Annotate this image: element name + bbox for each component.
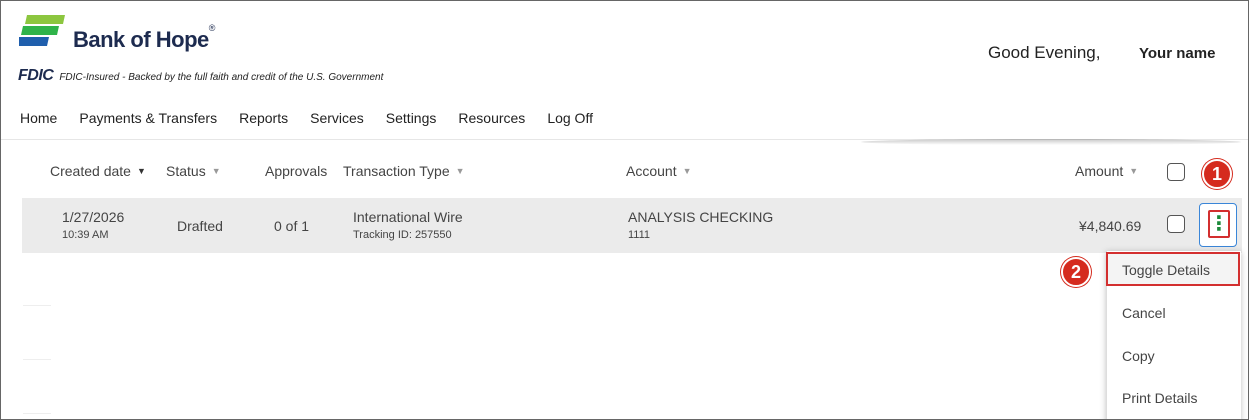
step-2-badge: 2	[1061, 257, 1091, 287]
row-transaction-type: International Wire	[353, 209, 463, 225]
fdic-notice: FDIC FDIC-Insured - Backed by the full f…	[18, 67, 383, 85]
menu-item-toggle-details[interactable]: Toggle Details	[1122, 262, 1210, 278]
fdic-text: FDIC-Insured - Backed by the full faith …	[59, 72, 384, 83]
divider	[23, 413, 51, 414]
row-actions-button[interactable]: ⋮	[1199, 203, 1237, 247]
header-status[interactable]: Status ▼	[166, 163, 221, 179]
vertical-ellipsis-icon: ⋮	[1208, 210, 1230, 238]
row-checkbox[interactable]	[1167, 215, 1185, 233]
bank-logo-icon	[19, 15, 65, 46]
nav-payments-transfers[interactable]: Payments & Transfers	[79, 110, 217, 126]
main-nav: Home Payments & Transfers Reports Servic…	[20, 110, 615, 126]
greeting: Good Evening,	[988, 43, 1101, 62]
row-time: 10:39 AM	[62, 229, 109, 241]
sort-caret-icon: ▼	[211, 166, 221, 176]
row-date: 1/27/2026	[62, 209, 125, 225]
sort-caret-icon: ▼	[455, 166, 465, 176]
select-all-checkbox[interactable]	[1167, 163, 1185, 181]
row-approvals: 0 of 1	[274, 218, 310, 234]
sort-caret-icon: ▼	[682, 166, 692, 176]
header-account[interactable]: Account ▼	[626, 163, 692, 179]
menu-item-cancel[interactable]: Cancel	[1122, 305, 1166, 321]
header-approvals: Approvals	[265, 163, 328, 179]
nav-shadow	[861, 139, 1241, 145]
nav-log-off[interactable]: Log Off	[547, 110, 593, 126]
menu-item-print-details[interactable]: Print Details	[1122, 390, 1197, 406]
nav-services[interactable]: Services	[310, 110, 364, 126]
fdic-logo: FDIC	[18, 67, 54, 84]
header-created-date[interactable]: Created date ▼	[50, 163, 146, 179]
nav-home[interactable]: Home	[20, 110, 57, 126]
step-1-badge: 1	[1202, 159, 1232, 189]
divider	[23, 359, 51, 360]
menu-item-copy[interactable]: Copy	[1122, 348, 1155, 364]
user-name: Your name	[1139, 45, 1216, 62]
row-account-number: 1111	[628, 229, 651, 241]
nav-resources[interactable]: Resources	[458, 110, 525, 126]
row-amount: ¥4,840.69	[1079, 218, 1142, 234]
header-amount[interactable]: Amount ▼	[1075, 163, 1138, 179]
row-account-name: ANALYSIS CHECKING	[628, 209, 774, 225]
app-window: Bank of Hope® FDIC FDIC-Insured - Backed…	[0, 0, 1249, 420]
divider	[23, 305, 51, 306]
brand-name: Bank of Hope®	[73, 23, 215, 52]
nav-reports[interactable]: Reports	[239, 110, 288, 126]
header-transaction-type[interactable]: Transaction Type ▼	[343, 163, 465, 179]
row-tracking-id: Tracking ID: 257550	[353, 229, 452, 241]
sort-caret-icon: ▼	[136, 166, 146, 176]
nav-settings[interactable]: Settings	[386, 110, 437, 126]
sort-caret-icon: ▼	[1129, 166, 1139, 176]
row-status: Drafted	[177, 218, 223, 234]
